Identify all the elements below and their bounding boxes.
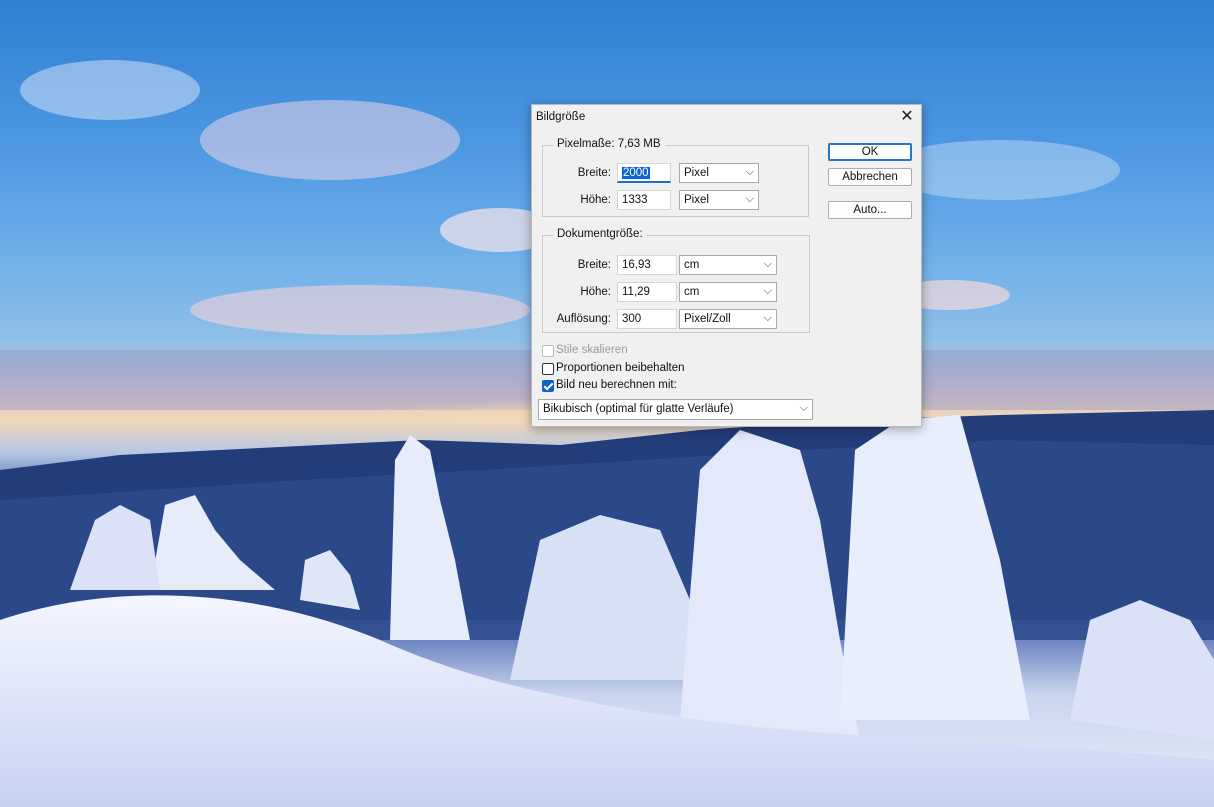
resolution-value: 300: [622, 313, 642, 325]
dialog-titlebar[interactable]: Bildgröße ✕: [532, 105, 921, 129]
chevron-down-icon: ⌵: [763, 312, 772, 324]
auto-button[interactable]: Auto...: [828, 201, 912, 219]
pixel-width-unit-value: Pixel: [684, 167, 709, 179]
resample-method-select[interactable]: Bikubisch (optimal für glatte Verläufe) …: [538, 399, 813, 420]
pixel-height-unit-value: Pixel: [684, 194, 709, 206]
resolution-unit-value: Pixel/Zoll: [684, 313, 731, 325]
document-width-value: 16,93: [622, 259, 651, 271]
document-height-value: 11,29: [622, 286, 650, 298]
document-height-unit-select[interactable]: cm ⌵: [679, 282, 777, 302]
pixel-height-input[interactable]: 1333: [617, 190, 671, 210]
resample-method-value: Bikubisch (optimal für glatte Verläufe): [543, 403, 734, 415]
chevron-down-icon: ⌵: [745, 166, 754, 178]
document-height-input[interactable]: 11,29: [617, 282, 677, 302]
chevron-down-icon: ⌵: [799, 402, 808, 414]
constrain-proportions-label: Proportionen beibehalten: [556, 362, 685, 374]
ok-button[interactable]: OK: [828, 143, 912, 161]
pixel-width-value: 2000: [622, 167, 650, 179]
resample-image-checkbox[interactable]: [542, 380, 554, 392]
cancel-button[interactable]: Abbrechen: [828, 168, 912, 186]
pixel-height-label: Höhe:: [580, 194, 611, 206]
resample-image-label: Bild neu berechnen mit:: [556, 379, 677, 391]
pixel-width-input[interactable]: 2000: [617, 163, 671, 183]
close-icon[interactable]: ✕: [893, 105, 921, 129]
pixel-width-unit-select[interactable]: Pixel ⌵: [679, 163, 759, 183]
dialog-title: Bildgröße: [536, 111, 586, 123]
pixel-dimensions-legend: Pixelmaße: 7,63 MB: [553, 138, 665, 150]
document-width-unit-select[interactable]: cm ⌵: [679, 255, 777, 275]
document-width-unit-value: cm: [684, 259, 700, 271]
pixel-height-unit-select[interactable]: Pixel ⌵: [679, 190, 759, 210]
document-size-legend: Dokumentgröße:: [553, 228, 647, 240]
chevron-down-icon: ⌵: [763, 285, 772, 297]
document-height-unit-value: cm: [684, 286, 700, 298]
pixel-width-label: Breite:: [577, 167, 611, 179]
scale-styles-checkbox[interactable]: [542, 345, 554, 357]
chevron-down-icon: ⌵: [763, 258, 772, 270]
document-width-input[interactable]: 16,93: [617, 255, 677, 275]
constrain-proportions-checkbox[interactable]: [542, 363, 554, 375]
pixel-dimensions-group: Pixelmaße: 7,63 MB Breite: 2000 Pixel ⌵ …: [542, 138, 809, 217]
image-size-dialog: Bildgröße ✕ Pixelmaße: 7,63 MB Breite: 2…: [531, 104, 922, 427]
resolution-input[interactable]: 300: [617, 309, 677, 329]
document-width-label: Breite:: [577, 259, 611, 271]
pixel-height-value: 1333: [622, 194, 648, 206]
chevron-down-icon: ⌵: [745, 193, 754, 205]
document-size-group: Dokumentgröße: Breite: 16,93 cm ⌵ Höhe: …: [542, 228, 810, 333]
document-height-label: Höhe:: [580, 286, 611, 298]
scale-styles-label: Stile skalieren: [556, 344, 628, 356]
resolution-label: Auflösung:: [556, 313, 611, 325]
resolution-unit-select[interactable]: Pixel/Zoll ⌵: [679, 309, 777, 329]
